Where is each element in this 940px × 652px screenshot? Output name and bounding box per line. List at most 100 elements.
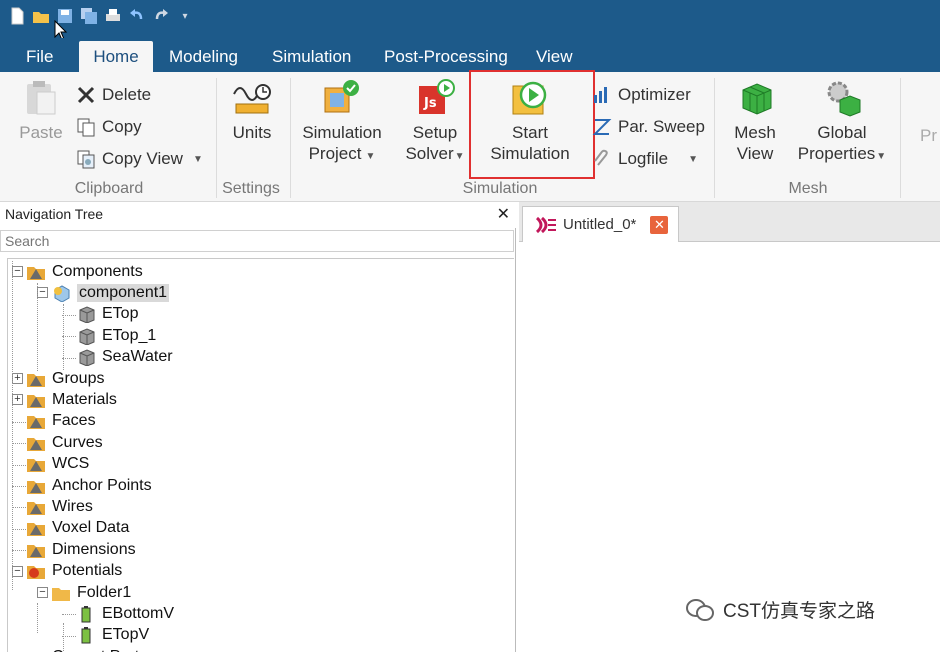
folder-icon <box>26 412 46 430</box>
setup-solver-label-1: Setup <box>412 123 458 142</box>
folder-icon <box>26 477 46 495</box>
expand-toggle-icon[interactable]: + <box>12 373 23 384</box>
new-file-icon[interactable] <box>8 7 26 25</box>
paste-button[interactable]: Paste <box>18 78 64 143</box>
potential-folder-icon <box>26 562 46 580</box>
cst-logo-icon <box>535 216 556 233</box>
copy-view-button[interactable]: Copy View ▼ <box>76 146 203 172</box>
print-icon[interactable] <box>104 7 122 25</box>
tab-home[interactable]: Home <box>79 41 153 72</box>
tree-connector-line <box>12 421 26 423</box>
customize-toolbar-icon[interactable]: ▾ <box>176 7 194 25</box>
tree-connector-line <box>12 261 13 590</box>
copy-button[interactable]: Copy <box>76 114 142 140</box>
tree-item-seawater[interactable]: SeaWater <box>76 347 173 368</box>
tree-item-component1[interactable]: component1 <box>51 282 170 303</box>
tab-simulation[interactable]: Simulation <box>260 41 363 72</box>
tree-connector-line <box>63 304 64 370</box>
tree-item-groups[interactable]: Groups <box>26 368 104 389</box>
group-divider <box>900 78 901 198</box>
tree-item-label: Faces <box>52 412 96 430</box>
tree-connector-line <box>62 614 76 616</box>
simulation-project-label-2: Project <box>308 144 362 163</box>
navigation-tree: − Components − component1 ETop ETop_1 SeaWater… <box>7 258 514 652</box>
tree-connector-line <box>12 486 26 487</box>
ribbon-tab-bar: File Home Modeling Simulation Post-Proce… <box>0 38 940 72</box>
solid-shape-icon <box>76 348 96 367</box>
tree-item-materials[interactable]: Materials <box>26 389 117 410</box>
tree-item-label: Materials <box>52 390 117 408</box>
solid-shape-icon <box>76 305 96 324</box>
tree-connector-line <box>62 357 76 359</box>
navigation-search-input[interactable] <box>0 230 514 252</box>
collapse-toggle-icon[interactable]: − <box>12 565 23 577</box>
quick-access-toolbar: ▾ <box>8 7 194 25</box>
global-properties-button[interactable]: Global Properties▼ <box>796 78 888 167</box>
tree-item-label: ETopV <box>102 626 150 644</box>
undo-icon[interactable] <box>128 7 146 25</box>
watermark-text: CST仿真专家之路 <box>723 601 876 622</box>
tab-view[interactable]: View <box>524 41 585 72</box>
par-sweep-label: Par. Sweep <box>618 117 705 136</box>
tree-item-etop[interactable]: ETop <box>76 304 138 325</box>
tab-modeling[interactable]: Modeling <box>157 41 250 72</box>
simulation-project-icon <box>324 80 359 113</box>
setup-solver-label-2: Solver <box>405 144 454 163</box>
tree-item-dimensions[interactable]: Dimensions <box>26 539 136 560</box>
tree-item-potentials[interactable]: Potentials <box>26 561 122 582</box>
logfile-label: Logfile <box>618 149 669 168</box>
close-panel-icon[interactable]: ✕ <box>497 204 510 224</box>
tree-item-etopv[interactable]: ETopV <box>76 625 149 646</box>
tree-item-faces[interactable]: Faces <box>26 411 96 432</box>
folder-icon <box>26 434 46 452</box>
tree-connector-line <box>12 550 26 552</box>
tree-item-wires[interactable]: Wires <box>26 496 93 517</box>
units-ruler-clock-icon <box>233 84 271 114</box>
units-label: Units <box>232 123 272 142</box>
expand-toggle-icon[interactable]: + <box>12 394 23 406</box>
open-folder-icon[interactable] <box>32 7 50 25</box>
tree-item-ebottomv[interactable]: EBottomV <box>76 603 174 624</box>
mesh-group-label: Mesh <box>788 180 828 197</box>
paste-label: Paste <box>19 123 63 142</box>
tree-item-label: Current Ports <box>52 648 147 652</box>
tree-item-label: Anchor Points <box>52 476 152 494</box>
tree-item-label: Groups <box>52 369 105 387</box>
tree-item-wcs[interactable]: WCS <box>26 454 89 475</box>
collapse-toggle-icon[interactable]: − <box>12 266 23 277</box>
collapse-toggle-icon[interactable]: − <box>37 587 48 598</box>
tree-item-label: EBottomV <box>102 604 175 622</box>
document-area: Untitled_0* ✕ <box>519 202 940 652</box>
tree-item-label: Potentials <box>52 562 123 580</box>
par-sweep-button[interactable]: Par. Sweep <box>592 114 705 140</box>
ribbon-overflow-label[interactable]: Pr <box>920 126 937 146</box>
delete-button[interactable]: Delete <box>76 82 151 108</box>
redo-icon[interactable] <box>152 7 170 25</box>
paste-icon <box>27 81 56 115</box>
document-tab[interactable]: Untitled_0* ✕ <box>522 206 679 242</box>
tree-item-etop-1[interactable]: ETop_1 <box>76 325 156 346</box>
tree-item-folder1[interactable]: Folder1 <box>51 582 131 603</box>
tab-file[interactable]: File <box>14 41 65 72</box>
tree-connector-line <box>12 464 26 466</box>
close-tab-icon[interactable]: ✕ <box>650 215 669 234</box>
tab-post-processing[interactable]: Post-Processing <box>372 41 520 72</box>
mesh-view-label-2: View <box>736 144 774 163</box>
battery-icon <box>76 605 96 623</box>
tree-item-label: Folder1 <box>77 583 132 601</box>
logfile-button[interactable]: Logfile ▼ <box>592 146 698 172</box>
tree-item-current-ports[interactable]: Current Ports <box>26 646 147 652</box>
simulation-project-button[interactable]: Simulation Project ▼ <box>298 78 386 167</box>
collapse-toggle-icon[interactable]: − <box>37 287 48 299</box>
mesh-view-button[interactable]: Mesh View <box>726 78 784 164</box>
tree-item-curves[interactable]: Curves <box>26 432 103 453</box>
optimizer-button[interactable]: Optimizer <box>592 82 691 108</box>
units-button[interactable]: Units <box>228 78 276 143</box>
tree-item-anchor-points[interactable]: Anchor Points <box>26 475 152 496</box>
tree-item-voxel-data[interactable]: Voxel Data <box>26 518 129 539</box>
clipboard-group-label: Clipboard <box>74 180 144 197</box>
title-bar: ▾ <box>0 0 940 41</box>
save-all-icon[interactable] <box>80 7 98 25</box>
tree-item-components[interactable]: Components <box>26 261 143 282</box>
setup-solver-button[interactable]: Js Setup Solver▼ <box>404 78 466 167</box>
